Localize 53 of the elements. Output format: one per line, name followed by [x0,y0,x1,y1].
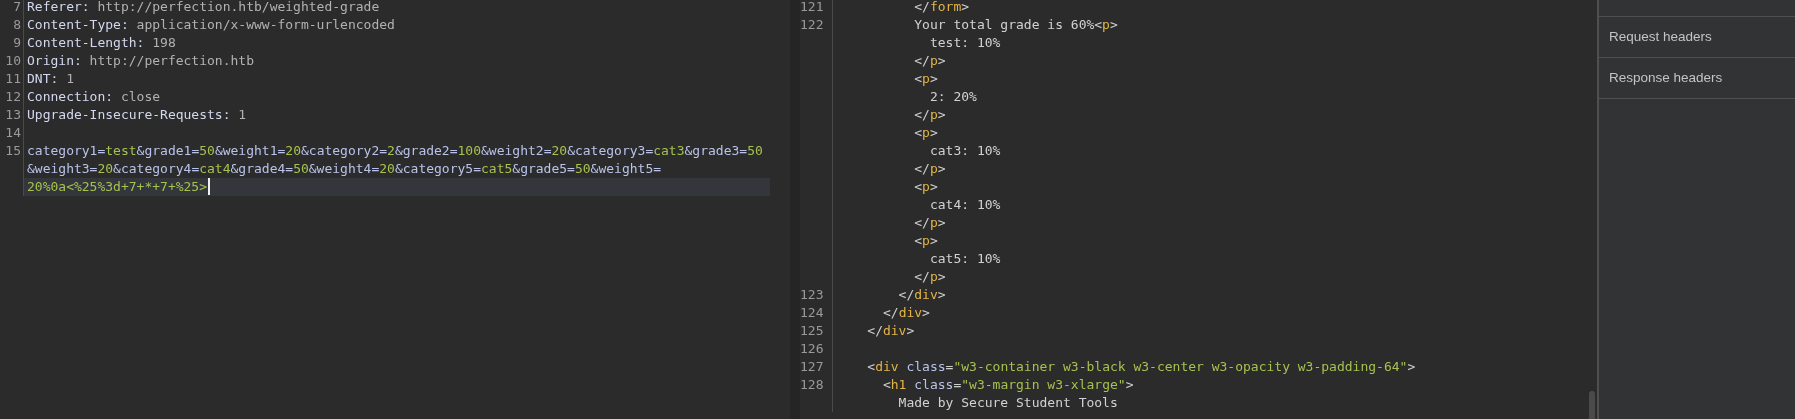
code-line: <p> [913,178,938,196]
code-line: </div> [897,286,946,304]
code-line: </p> [913,214,946,232]
code-line: </form> [913,0,970,16]
code-line: Connection: close [27,88,161,106]
code-line: </div> [881,304,930,322]
line-number: 121 [800,0,833,16]
code-line: 20%0a<%25%3d+7+*+7+%25> [27,178,207,196]
line-number: 125 [800,322,833,340]
code-line: DNT: 1 [27,70,74,88]
line-number: 128 [800,376,833,394]
code-line: </p> [913,52,946,70]
text-cursor [208,178,210,195]
code-line: <div class="w3-container w3-black w3-center w3-opacity w3-padding-64"> [866,358,1416,376]
code-line: cat4: 10% [928,196,1001,214]
line-number: 7 [0,0,24,16]
line-number: 15 [0,142,24,160]
code-line: Referer: http://perfection.htb/weighted-grade [27,0,380,16]
code-line: Origin: http://perfection.htb [27,52,254,70]
code-line: &weight3=20&category4=cat4&grade4=50&weight4=20&category5=cat5&grade5=50&weight5= [27,160,662,178]
code-line: Your total grade is 60%<p> [913,16,1118,34]
code-line: <p> [913,70,938,88]
line-number: 123 [800,286,833,304]
code-line: cat3: 10% [928,142,1001,160]
inspector-section[interactable]: Response headers [1599,58,1795,99]
code-line: </p> [913,160,946,178]
line-number: 8 [0,16,24,34]
line-number: 126 [800,340,833,358]
line-number: 9 [0,34,24,52]
line-number: 122 [800,16,833,34]
line-number: 13 [0,106,24,124]
code-line: <p> [913,124,938,142]
code-line: Upgrade-Insecure-Requests: 1 [27,106,247,124]
line-number: 124 [800,304,833,322]
line-number: 12 [0,88,24,106]
inspector-section[interactable]: Request headers [1599,17,1795,58]
code-line: Content-Length: 198 [27,34,176,52]
code-line: <p> [913,232,938,250]
code-line: Made by Secure Student Tools [897,394,1118,412]
code-line: </p> [913,106,946,124]
code-line: </div> [866,322,915,340]
scrollbar-thumb[interactable] [1589,391,1595,419]
code-line: <h1 class="w3-margin w3-xlarge"> [881,376,1134,394]
code-line: cat5: 10% [928,250,1001,268]
line-number: 127 [800,358,833,376]
line-number: 11 [0,70,24,88]
code-line: Content-Type: application/x-www-form-urlencoded [27,16,395,34]
code-line: </p> [913,268,946,286]
code-line: 2: 20% [928,88,977,106]
code-line: category1=test&grade1=50&weight1=20&category2=2&grade2=100&weight2=20&category3=cat3&grade3=50 [27,142,763,160]
line-number: 14 [0,124,24,142]
code-line: test: 10% [928,34,1001,52]
line-number: 10 [0,52,24,70]
